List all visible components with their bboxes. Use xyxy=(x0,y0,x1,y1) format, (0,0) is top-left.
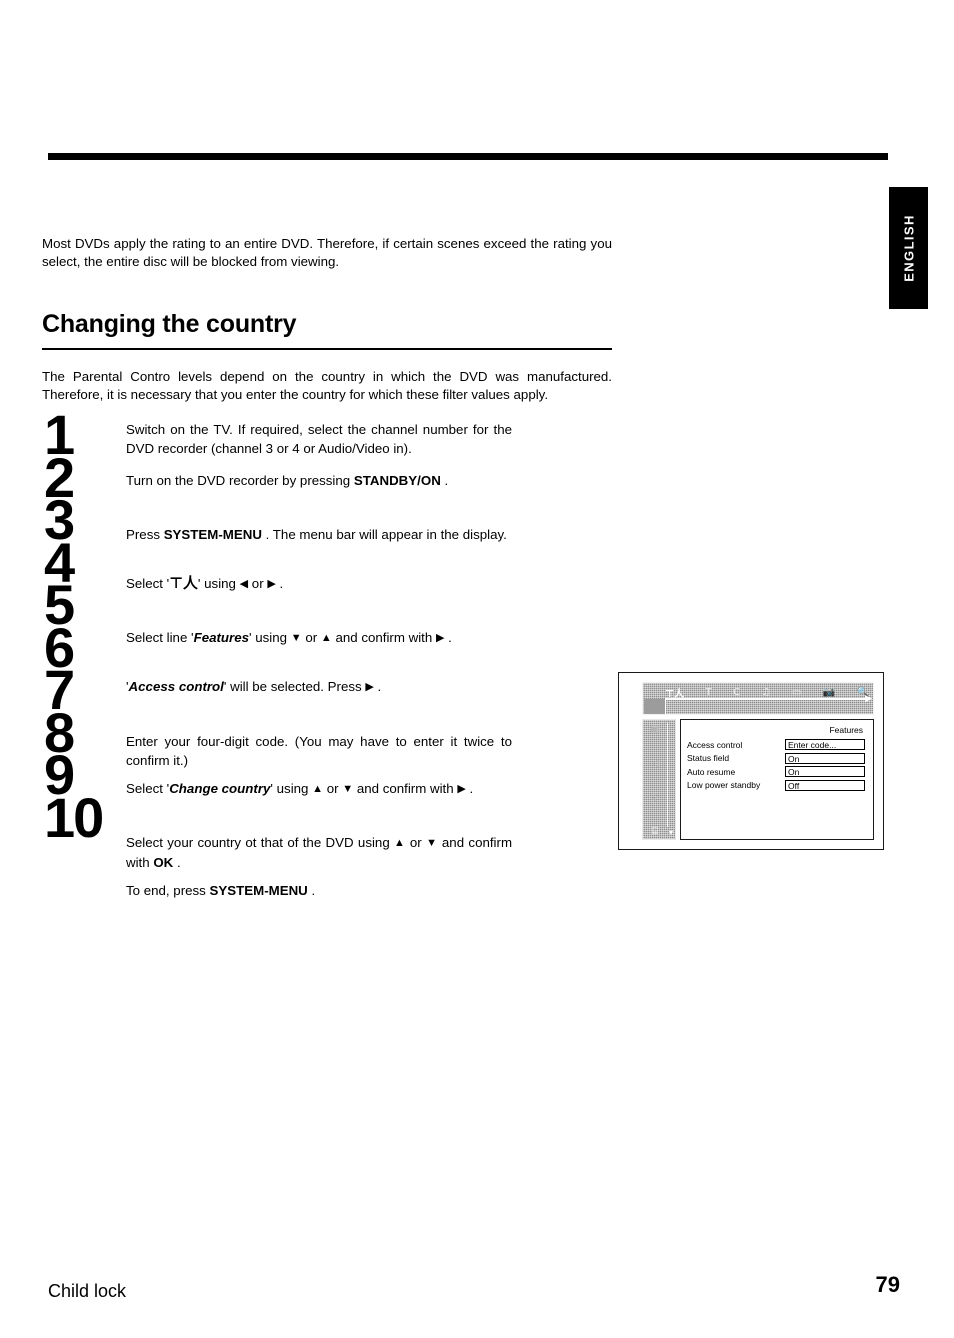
osd-feature-value: Off xyxy=(785,779,865,791)
step-text-run: Enter your four-digit code. (You may hav… xyxy=(126,734,512,768)
step-text-run: and confirm with xyxy=(353,781,458,796)
subtitle-icon: ▽ xyxy=(651,792,659,803)
step-text-run: or xyxy=(248,576,268,591)
key-label: SYSTEM-MENU xyxy=(163,527,262,542)
audio-icon: ♫ xyxy=(761,687,771,698)
step-text-run: Select ' xyxy=(126,576,170,591)
osd-feature-value: On xyxy=(785,752,865,764)
camera-icon: 📷 xyxy=(822,687,836,698)
step-text-run: Select ' xyxy=(126,781,170,796)
step-text-run: ' using xyxy=(197,576,240,591)
step-text-run: Switch on the TV. If required, select th… xyxy=(126,422,512,456)
page-title: Changing the country xyxy=(42,310,612,350)
osd-sidebar: ▣ ◁ ▽ ⌸ ▾ xyxy=(642,719,676,840)
step-text-run: . xyxy=(307,883,316,898)
page-number: 79 xyxy=(875,1272,900,1297)
step-text-run: or xyxy=(301,630,321,645)
osd-feature-label: Access control xyxy=(687,739,743,750)
osd-feature-label: Auto resume xyxy=(687,766,736,777)
osd-sidebar-icons: ▣ ◁ ▽ ⌸ xyxy=(645,724,665,837)
arrow-icon: ▶ xyxy=(267,578,276,590)
osd-panel-title: Features xyxy=(829,725,863,735)
intro-paragraph: Most DVDs apply the rating to an entire … xyxy=(42,236,612,270)
scroll-down-icon: ▾ xyxy=(668,828,673,837)
arrow-icon: ▼ xyxy=(426,837,438,849)
tools-icon: ⊤人 xyxy=(665,689,685,700)
step-text: 'Access control' will be selected. Press… xyxy=(126,677,512,697)
arrow-icon: ◀ xyxy=(239,578,249,590)
step-text-run: Select your country ot that of the DVD u… xyxy=(126,835,395,850)
step-text: Select your country ot that of the DVD u… xyxy=(126,833,512,872)
osd-feature-row: Access control Enter code... xyxy=(687,739,865,750)
sound-icon: ◁ xyxy=(651,758,659,769)
step-text-run: . xyxy=(275,576,284,591)
step-text: Turn on the DVD recorder by pressing STA… xyxy=(126,471,512,490)
footer-section-label: Child lock xyxy=(48,1281,127,1301)
osd-feature-row: Auto resume On xyxy=(687,766,865,777)
osd-menu-bar: ⊤人 T C ♫ ▭ 📷 🔍 ▶ xyxy=(642,682,874,715)
arrow-icon: ▶ xyxy=(365,681,374,693)
key-label: STANDBY/ON xyxy=(353,473,441,488)
arrow-icon: ▲ xyxy=(320,632,332,644)
step-text-run: ' using xyxy=(270,781,313,796)
features-icon: ⌸ xyxy=(652,826,658,837)
step-number: 10 xyxy=(44,785,104,849)
step-text-run: ' using xyxy=(249,630,291,645)
menu-item-name: Features xyxy=(193,630,250,645)
menu-item-name: Change country xyxy=(169,781,271,796)
osd-feature-label: Status field xyxy=(687,753,730,763)
step-text: Select line 'Features' using ▼ or ▲ and … xyxy=(126,628,512,648)
step-text: Switch on the TV. If required, select th… xyxy=(126,420,512,458)
step-text-run: or xyxy=(405,835,427,850)
osd-feature-value: On xyxy=(785,766,865,777)
step-text-run: Press xyxy=(126,527,164,542)
clock-icon: C xyxy=(733,687,741,698)
step-text: To end, press SYSTEM-MENU . xyxy=(126,881,512,900)
arrow-icon: ▼ xyxy=(290,632,302,644)
osd-menu-bar-icons: ⊤人 T C ♫ ▭ 📷 🔍 xyxy=(665,685,869,700)
chevron-right-icon: ▶ xyxy=(865,693,872,703)
language-tab-label: ENGLISH xyxy=(901,214,916,282)
tv-screen-illustration: ⊤人 T C ♫ ▭ 📷 🔍 ▶ ▣ ◁ ▽ ⌸ ▾ Features Access contro… xyxy=(618,672,884,850)
step-text-run: . xyxy=(465,781,474,796)
arrow-icon: ▼ xyxy=(342,783,354,795)
step-text-run: Turn on the DVD recorder by pressing xyxy=(126,473,354,488)
step-text: Select 'Change country' using ▲ or ▼ and… xyxy=(126,779,512,799)
tools-icon: ⊤人 xyxy=(169,574,198,592)
osd-feature-value: Enter code... xyxy=(785,739,865,750)
step-text-run: . xyxy=(444,630,452,645)
osd-feature-row: Status field On xyxy=(687,752,865,764)
osd-feature-label: Low power standby xyxy=(687,780,761,790)
key-label: SYSTEM-MENU xyxy=(209,883,308,898)
step-text-run: . xyxy=(173,855,181,870)
step-text: Select '⊤人' using ◀ or ▶ . xyxy=(126,574,512,594)
step-text-run: . xyxy=(373,679,382,694)
arrow-icon: ▶ xyxy=(457,783,466,795)
step-text: Enter your four-digit code. (You may hav… xyxy=(126,732,512,770)
osd-sidebar-rule xyxy=(666,723,668,827)
display-icon: ▭ xyxy=(791,687,802,698)
osd-menu-bar-tab xyxy=(644,699,666,714)
menu-item-name: Access control xyxy=(128,679,224,694)
arrow-icon: ▲ xyxy=(394,837,406,849)
step-text-run: To end, press xyxy=(126,883,210,898)
step-number-column: 1 2 3 4 5 6 7 8 9 10 xyxy=(44,407,124,849)
key-label: OK xyxy=(153,855,174,870)
step-text-run: and confirm with xyxy=(331,630,436,645)
step-text-run: Select line ' xyxy=(126,630,194,645)
step-text-run: . The menu bar will appear in the displa… xyxy=(261,527,507,542)
osd-features-panel: Features Access control Enter code... Stat… xyxy=(680,719,874,840)
step-text-run: or xyxy=(323,781,343,796)
picture-icon: ▣ xyxy=(650,724,660,735)
osd-feature-row: Low power standby Off xyxy=(687,779,865,791)
step-text-run: ' will be selected. Press xyxy=(223,679,366,694)
step-text: Press SYSTEM-MENU . The menu bar will ap… xyxy=(126,525,512,544)
osd-feature-rows: Access control Enter code... Status field O… xyxy=(687,739,865,791)
header-rule xyxy=(48,153,888,160)
arrow-icon: ▲ xyxy=(312,783,324,795)
step-text-run: . xyxy=(440,473,449,488)
lead-paragraph: The Parental Contro levels depend on the… xyxy=(42,369,612,403)
timer-icon: T xyxy=(705,687,712,698)
language-tab: ENGLISH xyxy=(889,187,928,309)
